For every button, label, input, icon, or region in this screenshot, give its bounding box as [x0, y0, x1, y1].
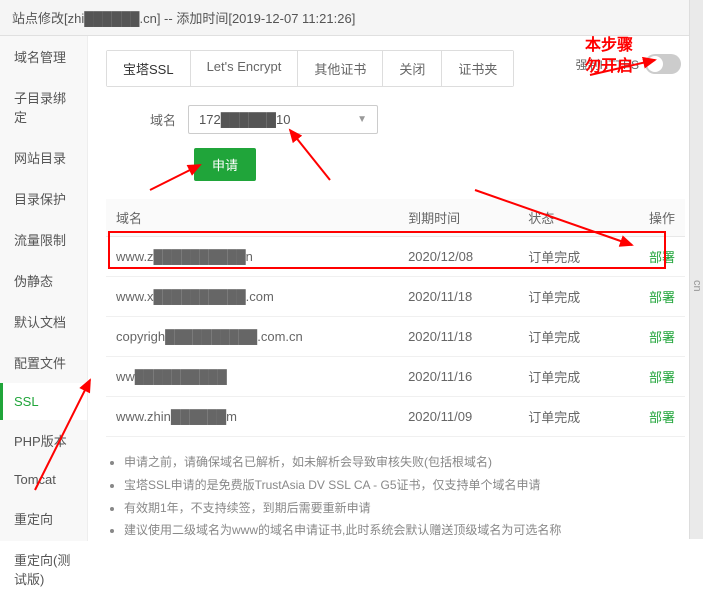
cert-table: 域名 到期时间 状态 操作 www.z██████████n 2020/12/0… [106, 199, 685, 437]
sidebar-item-defaultdoc[interactable]: 默认文档 [0, 301, 87, 342]
cell-domain: www.zhin██████m [106, 397, 398, 437]
sidebar-item-rewrite[interactable]: 伪静态 [0, 260, 87, 301]
notes-list: 申请之前，请确保域名已解析，如未解析会导致审核失败(包括根域名) 宝塔SSL申请… [106, 451, 685, 541]
sidebar-item-dirprotect[interactable]: 目录保护 [0, 178, 87, 219]
sidebar-item-php[interactable]: PHP版本 [0, 420, 87, 461]
cell-status: 订单完成 [518, 277, 620, 317]
cell-expiry: 2020/11/18 [398, 317, 518, 357]
table-header-row: 域名 到期时间 状态 操作 [106, 199, 685, 237]
cell-status: 订单完成 [518, 397, 620, 437]
domain-select[interactable]: 172██████10 ▼ [188, 105, 378, 134]
sidebar-item-ssl[interactable]: SSL [0, 383, 87, 420]
note-item: 申请之前，请确保域名已解析，如未解析会导致审核失败(包括根域名) [124, 451, 685, 474]
content-panel: 宝塔SSL Let's Encrypt 其他证书 关闭 证书夹 强制HTTPS … [88, 36, 703, 541]
deploy-link[interactable]: 部署 [649, 370, 675, 385]
note-item: 宝塔SSL申请的是免费版TrustAsia DV SSL CA - G5证书，仅… [124, 474, 685, 497]
main-area: 域名管理 子目录绑定 网站目录 目录保护 流量限制 伪静态 默认文档 配置文件 … [0, 36, 703, 541]
deploy-link[interactable]: 部署 [649, 330, 675, 345]
tab-letsencrypt[interactable]: Let's Encrypt [191, 51, 299, 86]
table-row: copyrigh██████████.com.cn 2020/11/18 订单完… [106, 317, 685, 357]
note-item: 有效期1年，不支持续签，到期后需要重新申请 [124, 497, 685, 520]
apply-button[interactable]: 申请 [194, 148, 256, 181]
cell-status: 订单完成 [518, 357, 620, 397]
table-row: www.zhin██████m 2020/11/09 订单完成 部署 [106, 397, 685, 437]
deploy-link[interactable]: 部署 [649, 290, 675, 305]
cell-expiry: 2020/11/16 [398, 357, 518, 397]
tab-close[interactable]: 关闭 [383, 51, 442, 86]
sidebar-item-sitedir[interactable]: 网站目录 [0, 137, 87, 178]
cell-domain: copyrigh██████████.com.cn [106, 317, 398, 357]
chevron-down-icon: ▼ [357, 114, 367, 125]
deploy-link[interactable]: 部署 [649, 410, 675, 425]
sidebar-item-tomcat[interactable]: Tomcat [0, 461, 87, 498]
table-row: www.x██████████.com 2020/11/18 订单完成 部署 [106, 277, 685, 317]
col-domain: 域名 [106, 199, 398, 237]
right-strip-text: cn [691, 280, 703, 292]
cell-domain: www.x██████████.com [106, 277, 398, 317]
tab-cert-folder[interactable]: 证书夹 [442, 51, 513, 86]
domain-label: 域名 [150, 110, 176, 129]
force-https-toggle[interactable] [645, 54, 681, 74]
cell-status: 订单完成 [518, 237, 620, 277]
sidebar-item-redirect[interactable]: 重定向 [0, 498, 87, 539]
domain-select-row: 域名 172██████10 ▼ [150, 105, 685, 134]
ssl-tabs: 宝塔SSL Let's Encrypt 其他证书 关闭 证书夹 [106, 50, 514, 87]
sidebar-item-subdir[interactable]: 子目录绑定 [0, 77, 87, 137]
sidebar-item-domain[interactable]: 域名管理 [0, 36, 87, 77]
tab-other-cert[interactable]: 其他证书 [298, 51, 383, 86]
dialog-title: 站点修改[zhi██████.cn] -- 添加时间[2019-12-07 11… [12, 11, 355, 26]
sidebar-item-traffic[interactable]: 流量限制 [0, 219, 87, 260]
dialog-header: 站点修改[zhi██████.cn] -- 添加时间[2019-12-07 11… [0, 0, 703, 36]
force-https-label: 强制HTTPS [576, 56, 639, 73]
col-action: 操作 [620, 199, 685, 237]
cell-domain: ww██████████ [106, 357, 398, 397]
force-https-area: 强制HTTPS [576, 54, 681, 74]
col-status: 状态 [518, 199, 620, 237]
right-strip: cn [689, 0, 703, 539]
cell-expiry: 2020/11/18 [398, 277, 518, 317]
deploy-link[interactable]: 部署 [649, 250, 675, 265]
sidebar-item-config[interactable]: 配置文件 [0, 342, 87, 383]
sidebar-item-redirect-beta[interactable]: 重定向(测试版) [0, 539, 87, 599]
domain-selected-value: 172██████10 [199, 112, 290, 127]
col-expiry: 到期时间 [398, 199, 518, 237]
note-item: 建议使用二级域名为www的域名申请证书,此时系统会默认赠送顶级域名为可选名称 [124, 519, 685, 541]
tab-baota-ssl[interactable]: 宝塔SSL [107, 51, 191, 86]
table-row: ww██████████ 2020/11/16 订单完成 部署 [106, 357, 685, 397]
cell-status: 订单完成 [518, 317, 620, 357]
cell-expiry: 2020/12/08 [398, 237, 518, 277]
sidebar: 域名管理 子目录绑定 网站目录 目录保护 流量限制 伪静态 默认文档 配置文件 … [0, 36, 88, 541]
cell-expiry: 2020/11/09 [398, 397, 518, 437]
cell-domain: www.z██████████n [106, 237, 398, 277]
table-row: www.z██████████n 2020/12/08 订单完成 部署 [106, 237, 685, 277]
